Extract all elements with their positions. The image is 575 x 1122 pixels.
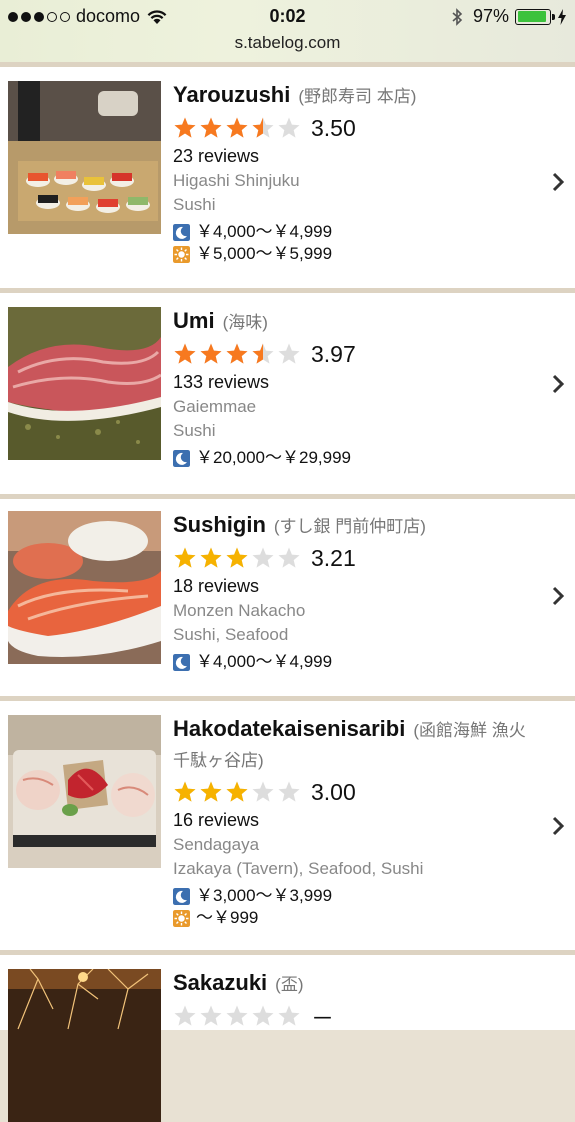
genre: Sushi xyxy=(173,421,216,440)
restaurant-photo xyxy=(8,969,161,1122)
star-icon xyxy=(174,117,196,138)
restaurant-card[interactable]: Sushigin (すし銀 門前仲町店) 3.21 18 reviews Monz… xyxy=(0,494,575,696)
star-icon xyxy=(200,781,222,802)
rating-stars xyxy=(173,342,301,366)
carrier-name: docomo xyxy=(76,6,141,26)
star-icon xyxy=(278,343,300,364)
genre: Izakaya (Tavern), Seafood, Sushi xyxy=(173,859,424,878)
star-icon xyxy=(252,343,274,364)
restaurant-photo xyxy=(8,81,161,234)
dinner-price: ￥4,000～￥4,999 xyxy=(173,651,535,673)
rating-stars xyxy=(173,780,301,804)
restaurant-name[interactable]: Sakazuki xyxy=(173,970,267,995)
restaurant-japanese-name: (盃) xyxy=(275,975,304,994)
area: Monzen Nakacho xyxy=(173,601,306,620)
rating-score: 3.50 xyxy=(311,114,356,141)
star-icon xyxy=(252,547,274,568)
star-icon xyxy=(278,117,300,138)
chevron-right-icon[interactable] xyxy=(551,171,565,193)
area: Gaiemmae xyxy=(173,397,257,416)
restaurant-card[interactable]: Hakodatekaisenisaribi (函館海鮮 漁火 千駄ヶ谷店) 3.0… xyxy=(0,696,575,950)
star-icon xyxy=(200,117,222,138)
restaurant-japanese-name: (海味) xyxy=(222,313,268,332)
area: Sendagaya xyxy=(173,835,260,854)
restaurant-name[interactable]: Hakodatekaisenisaribi xyxy=(173,716,405,741)
star-icon xyxy=(226,781,248,802)
dinner-price: ￥3,000～￥3,999 xyxy=(173,885,535,907)
star-icon xyxy=(252,117,274,138)
dinner-price: ￥20,000～￥29,999 xyxy=(173,447,535,469)
area: Higashi Shinjuku xyxy=(173,171,300,190)
wifi-icon xyxy=(147,9,167,24)
rating-stars xyxy=(173,546,301,570)
restaurant-name[interactable]: Umi xyxy=(173,308,215,333)
star-icon xyxy=(226,1005,248,1026)
status-left: docomo xyxy=(8,6,168,27)
restaurant-japanese-name: (すし銀 門前仲町店) xyxy=(273,517,426,536)
restaurant-photo xyxy=(8,715,161,868)
chevron-right-icon[interactable] xyxy=(551,815,565,837)
dinner-moon-icon xyxy=(173,653,190,671)
restaurant-japanese-name: (野郎寿司 本店) xyxy=(298,87,417,106)
rating-stars xyxy=(173,1004,301,1028)
bluetooth-icon xyxy=(452,7,463,26)
rating-score: 3.00 xyxy=(311,778,356,805)
restaurant-photo xyxy=(8,307,161,460)
star-icon xyxy=(278,547,300,568)
star-icon xyxy=(200,547,222,568)
lunch-price: ￥5,000～￥5,999 xyxy=(173,243,535,265)
star-icon xyxy=(174,343,196,364)
rating-score: － xyxy=(311,1005,334,1031)
genre: Sushi xyxy=(173,195,216,214)
battery-percent: 97% xyxy=(472,6,509,26)
restaurant-card[interactable]: Yarouzushi (野郎寿司 本店) 3.50 23 reviews Higa… xyxy=(0,62,575,288)
review-count[interactable]: 133 reviews xyxy=(173,369,535,395)
star-icon xyxy=(278,781,300,802)
charging-icon xyxy=(558,8,566,25)
restaurant-name[interactable]: Sushigin xyxy=(173,512,266,537)
restaurant-card[interactable]: Sakazuki (盃) － xyxy=(0,950,575,1122)
rating-score: 3.97 xyxy=(311,340,356,367)
restaurant-photo xyxy=(8,511,161,664)
rating-score: 3.21 xyxy=(311,544,356,571)
dinner-moon-icon xyxy=(173,887,190,905)
lunch-price: ～￥999 xyxy=(173,907,535,929)
star-icon xyxy=(226,547,248,568)
battery-icon xyxy=(515,8,555,25)
star-icon xyxy=(200,343,222,364)
star-icon xyxy=(174,1005,196,1026)
status-bar: docomo 0:02 97% s.tabelog.com xyxy=(0,0,575,63)
review-count[interactable]: 18 reviews xyxy=(173,573,535,599)
star-icon xyxy=(200,1005,222,1026)
star-icon xyxy=(252,1005,274,1026)
review-count[interactable]: 16 reviews xyxy=(173,807,535,833)
dinner-price: ￥4,000～￥4,999 xyxy=(173,221,535,243)
chevron-right-icon[interactable] xyxy=(551,373,565,395)
star-icon xyxy=(174,781,196,802)
lunch-sun-icon xyxy=(173,909,190,927)
restaurant-name[interactable]: Yarouzushi xyxy=(173,82,290,107)
star-icon xyxy=(252,781,274,802)
rating-stars xyxy=(173,116,301,140)
star-icon xyxy=(174,547,196,568)
lunch-sun-icon xyxy=(173,245,190,263)
dinner-moon-icon xyxy=(173,449,190,467)
restaurant-card[interactable]: Umi (海味) 3.97 133 reviews Gaiemmae Sushi … xyxy=(0,288,575,494)
star-icon xyxy=(278,1005,300,1026)
review-count[interactable]: 23 reviews xyxy=(173,143,535,169)
signal-strength-icon xyxy=(8,11,70,22)
star-icon xyxy=(226,117,248,138)
chevron-right-icon[interactable] xyxy=(551,585,565,607)
dinner-moon-icon xyxy=(173,223,190,241)
genre: Sushi, Seafood xyxy=(173,625,289,644)
address-bar[interactable]: s.tabelog.com xyxy=(0,33,575,53)
status-right: 97% xyxy=(451,6,567,27)
star-icon xyxy=(226,343,248,364)
